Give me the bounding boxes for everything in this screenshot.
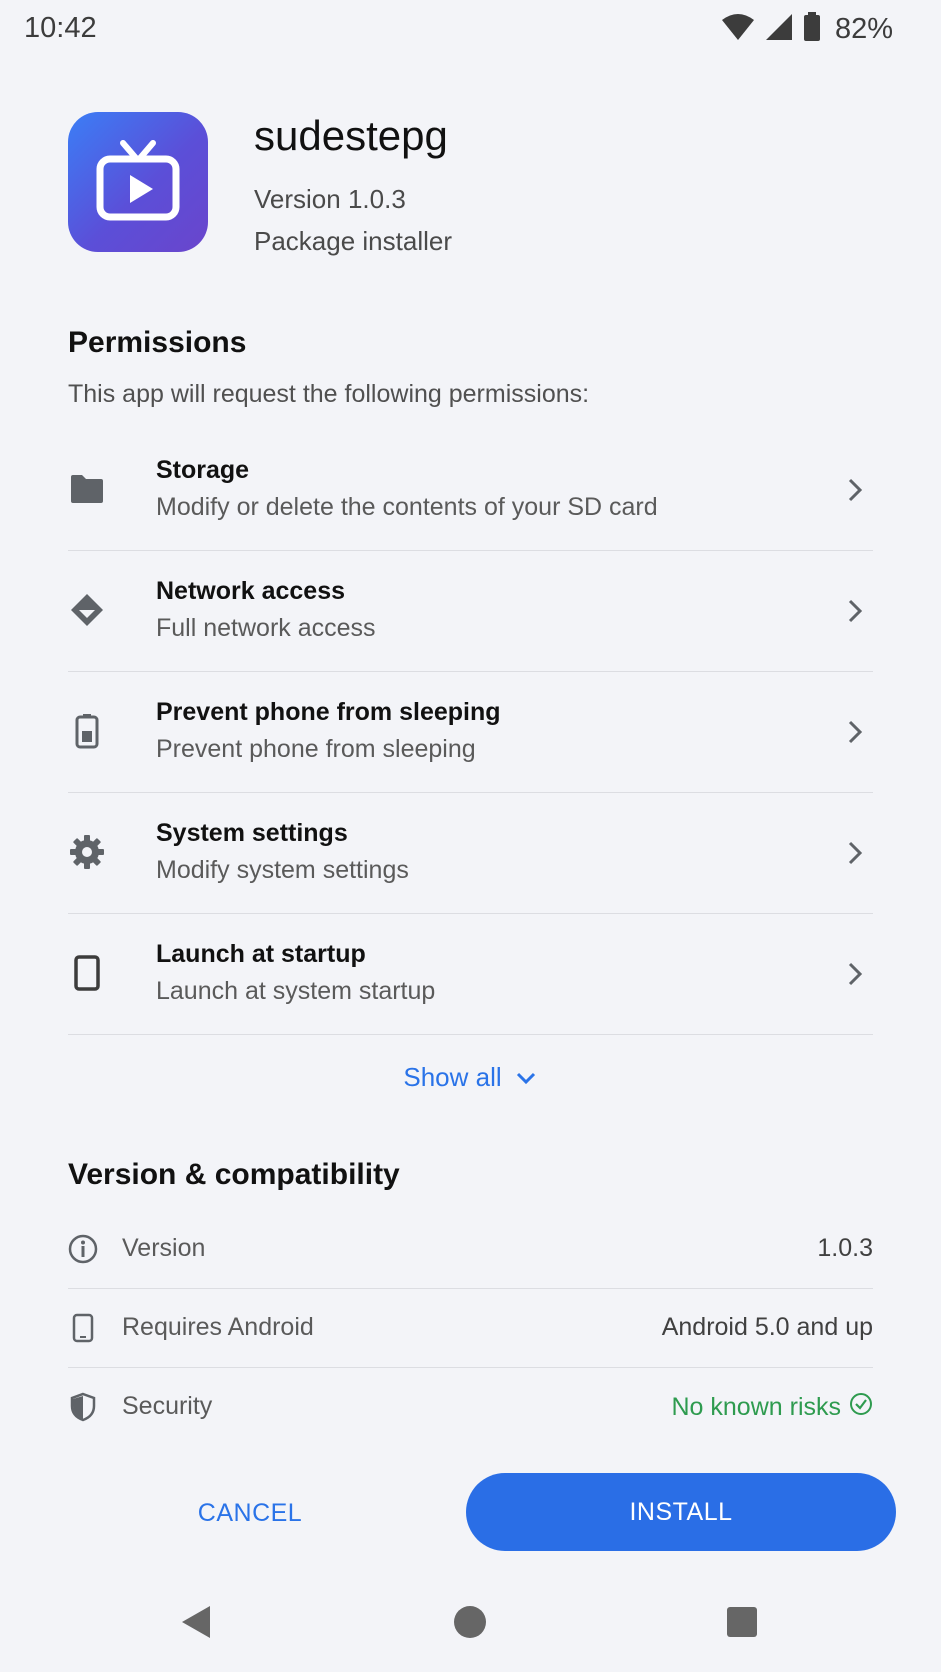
permission-storage[interactable]: Storage Modify or delete the contents of… [68,430,873,551]
battery-status-icon [803,12,821,47]
permission-title: Network access [156,577,346,605]
app-version: Version 1.0.3 [254,184,406,214]
compatibility-list: Version 1.0.3 Requires Android Android 5… [68,1210,873,1446]
chevron-right-icon [843,718,867,746]
phone-icon [68,1313,98,1343]
permission-wake-lock[interactable]: Prevent phone from sleeping Prevent phon… [68,672,873,793]
permission-description: Launch at system startup [156,977,436,1005]
compatibility-title: Version & compatibility [68,1158,400,1191]
cancel-button[interactable]: CANCEL [150,1475,350,1551]
permissions-subtitle: This app will request the following perm… [68,380,590,408]
install-button[interactable]: INSTALL [466,1473,896,1551]
info-row-requires-android: Requires Android Android 5.0 and up [68,1289,873,1368]
shield-icon [68,1392,98,1422]
permission-title: Storage [156,456,250,484]
info-row-version: Version 1.0.3 [68,1210,873,1289]
battery-percent: 82% [834,13,893,45]
battery-icon [68,712,106,750]
cell-signal-icon [765,13,793,46]
chevron-right-icon [843,597,867,625]
chevron-right-icon [843,839,867,867]
permission-title: Launch at startup [156,940,366,968]
status-icons: 82% [721,12,893,47]
permission-launch-startup[interactable]: Launch at startup Launch at system start… [68,914,873,1035]
folder-icon [68,470,106,508]
gear-icon [68,833,106,871]
network-icon [68,591,106,629]
info-label: Security [122,1392,213,1420]
info-icon [68,1234,98,1264]
tv-play-icon [68,112,208,252]
info-value: 1.0.3 [817,1234,873,1262]
security-status: No known risks [672,1392,874,1423]
permission-title: System settings [156,819,348,847]
permission-description: Modify or delete the contents of your SD… [156,493,658,521]
permission-title: Prevent phone from sleeping [156,698,501,726]
permission-description: Full network access [156,614,376,642]
info-row-security: Security No known risks [68,1368,873,1446]
navigation-bar [0,1580,941,1660]
home-icon[interactable] [450,1602,490,1642]
app-header: sudestepg Version 1.0.3 Package installe… [68,112,888,262]
info-value: Android 5.0 and up [661,1313,873,1341]
info-label: Version [122,1234,206,1262]
permission-system-settings[interactable]: System settings Modify system settings [68,793,873,914]
permission-network[interactable]: Network access Full network access [68,551,873,672]
permissions-title: Permissions [68,326,247,359]
back-icon[interactable] [175,1602,215,1642]
chevron-down-icon [514,1062,538,1093]
chevron-right-icon [843,476,867,504]
check-circle-icon [849,1392,873,1423]
permissions-list: Storage Modify or delete the contents of… [68,430,873,1035]
permission-description: Prevent phone from sleeping [156,735,476,763]
recents-icon[interactable] [722,1602,762,1642]
phone-icon [68,954,106,992]
app-installer: Package installer [254,226,452,256]
show-all-button[interactable]: Show all [0,1062,941,1093]
chevron-right-icon [843,960,867,988]
status-time: 10:42 [24,12,97,44]
show-all-label: Show all [403,1062,502,1092]
permission-description: Modify system settings [156,856,409,884]
app-name: sudestepg [254,112,448,159]
wifi-icon [721,13,755,46]
info-label: Requires Android [122,1313,314,1341]
status-bar: 10:42 82% [0,0,941,58]
